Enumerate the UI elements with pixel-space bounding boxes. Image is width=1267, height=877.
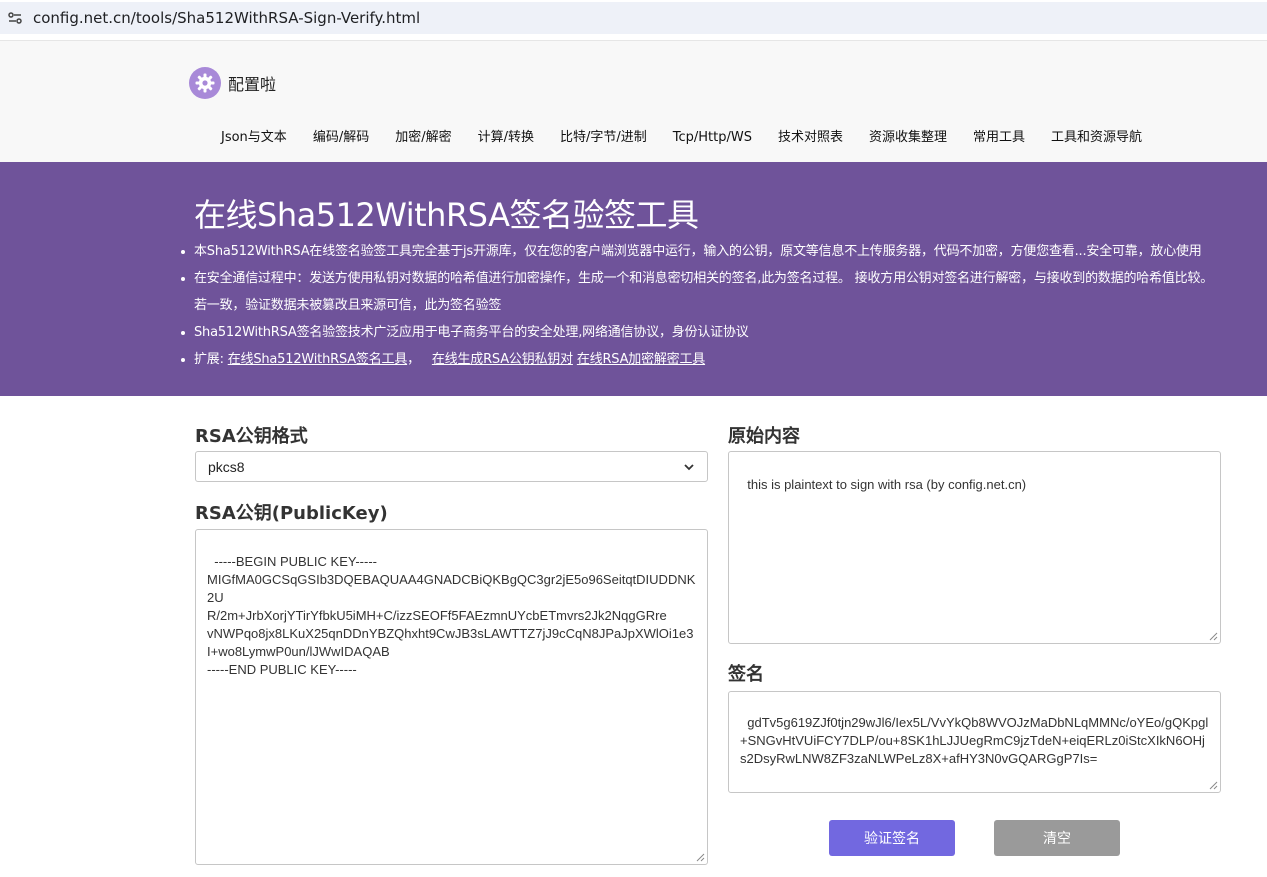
chevron-down-icon	[684, 463, 694, 470]
nav-item-tools[interactable]: 常用工具	[960, 129, 1038, 147]
signature-textarea[interactable]: gdTv5g619ZJf0tjn29wJl6/Iex5L/VvYkQb8WVOJ…	[728, 691, 1221, 793]
gear-logo-icon	[189, 67, 221, 99]
resize-grip-icon[interactable]	[696, 853, 705, 862]
site-settings-icon[interactable]	[6, 9, 24, 27]
pubkey-textarea[interactable]: -----BEGIN PUBLIC KEY----- MIGfMA0GCSqGS…	[195, 529, 708, 865]
pubkey-value: -----BEGIN PUBLIC KEY----- MIGfMA0GCSqGS…	[207, 554, 696, 677]
plaintext-label: 原始内容	[728, 426, 800, 447]
logo-text: 配置啦	[228, 75, 277, 94]
site-logo[interactable]: 配置啦	[189, 67, 276, 99]
nav-item-json[interactable]: Json与文本	[208, 129, 300, 147]
hero-extension-links: 扩展: 在线Sha512WithRSA签名工具， 在线生成RSA公钥私钥对 在线…	[181, 346, 1224, 373]
resize-grip-icon[interactable]	[1209, 632, 1218, 641]
address-field[interactable]: config.net.cn/tools/Sha512WithRSA-Sign-V…	[0, 2, 1267, 34]
nav-item-encrypt[interactable]: 加密/解密	[382, 129, 464, 147]
hero-bullet: Sha512WithRSA签名验签技术广泛应用于电子商务平台的安全处理,网络通信…	[181, 319, 1224, 346]
pubkey-label: RSA公钥(PublicKey)	[195, 503, 388, 524]
page-title: 在线Sha512WithRSA签名验签工具	[194, 196, 699, 234]
hero-bullet: 在安全通信过程中：发送方使用私钥对数据的哈希值进行加密操作，生成一个和消息密切相…	[181, 265, 1224, 319]
main-nav: Json与文本 编码/解码 加密/解密 计算/转换 比特/字节/进制 Tcp/H…	[208, 129, 1155, 147]
link-sha512withrsa-sign[interactable]: 在线Sha512WithRSA签名工具	[228, 352, 408, 367]
nav-item-tech[interactable]: 技术对照表	[765, 129, 856, 147]
nav-item-navigation[interactable]: 工具和资源导航	[1038, 129, 1155, 147]
plaintext-value: this is plaintext to sign with rsa (by c…	[747, 477, 1027, 492]
hero-banner: 在线Sha512WithRSA签名验签工具 本Sha512WithRSA在线签名…	[0, 162, 1267, 396]
link-rsa-encrypt[interactable]: 在线RSA加密解密工具	[577, 352, 705, 367]
format-select[interactable]: pkcs8	[195, 451, 708, 482]
signature-label: 签名	[728, 664, 764, 685]
clear-button[interactable]: 清空	[994, 820, 1120, 856]
link-rsa-keygen[interactable]: 在线生成RSA公钥私钥对	[432, 352, 573, 367]
nav-item-calc[interactable]: 计算/转换	[465, 129, 547, 147]
format-label: RSA公钥格式	[195, 426, 308, 447]
hero-description-list: 本Sha512WithRSA在线签名验签工具完全基于js开源库，仅在您的客户端浏…	[181, 238, 1224, 373]
resize-grip-icon[interactable]	[1209, 781, 1218, 790]
browser-address-bar: config.net.cn/tools/Sha512WithRSA-Sign-V…	[0, 0, 1267, 40]
extension-prefix: 扩展:	[194, 352, 224, 367]
nav-item-resources[interactable]: 资源收集整理	[856, 129, 960, 147]
format-select-value: pkcs8	[208, 458, 245, 475]
nav-item-bits[interactable]: 比特/字节/进制	[547, 129, 660, 147]
verify-signature-button[interactable]: 验证签名	[829, 820, 955, 856]
signature-value: gdTv5g619ZJf0tjn29wJl6/Iex5L/VvYkQb8WVOJ…	[740, 715, 1209, 766]
hero-bullet: 本Sha512WithRSA在线签名验签工具完全基于js开源库，仅在您的客户端浏…	[181, 238, 1224, 265]
plaintext-textarea[interactable]: this is plaintext to sign with rsa (by c…	[728, 451, 1221, 644]
nav-item-tcp[interactable]: Tcp/Http/WS	[660, 129, 765, 147]
site-header: 配置啦 Json与文本 编码/解码 加密/解密 计算/转换 比特/字节/进制 T…	[0, 40, 1267, 162]
address-url: config.net.cn/tools/Sha512WithRSA-Sign-V…	[33, 9, 421, 27]
link-separator: ，	[407, 352, 420, 367]
nav-item-encode[interactable]: 编码/解码	[300, 129, 382, 147]
